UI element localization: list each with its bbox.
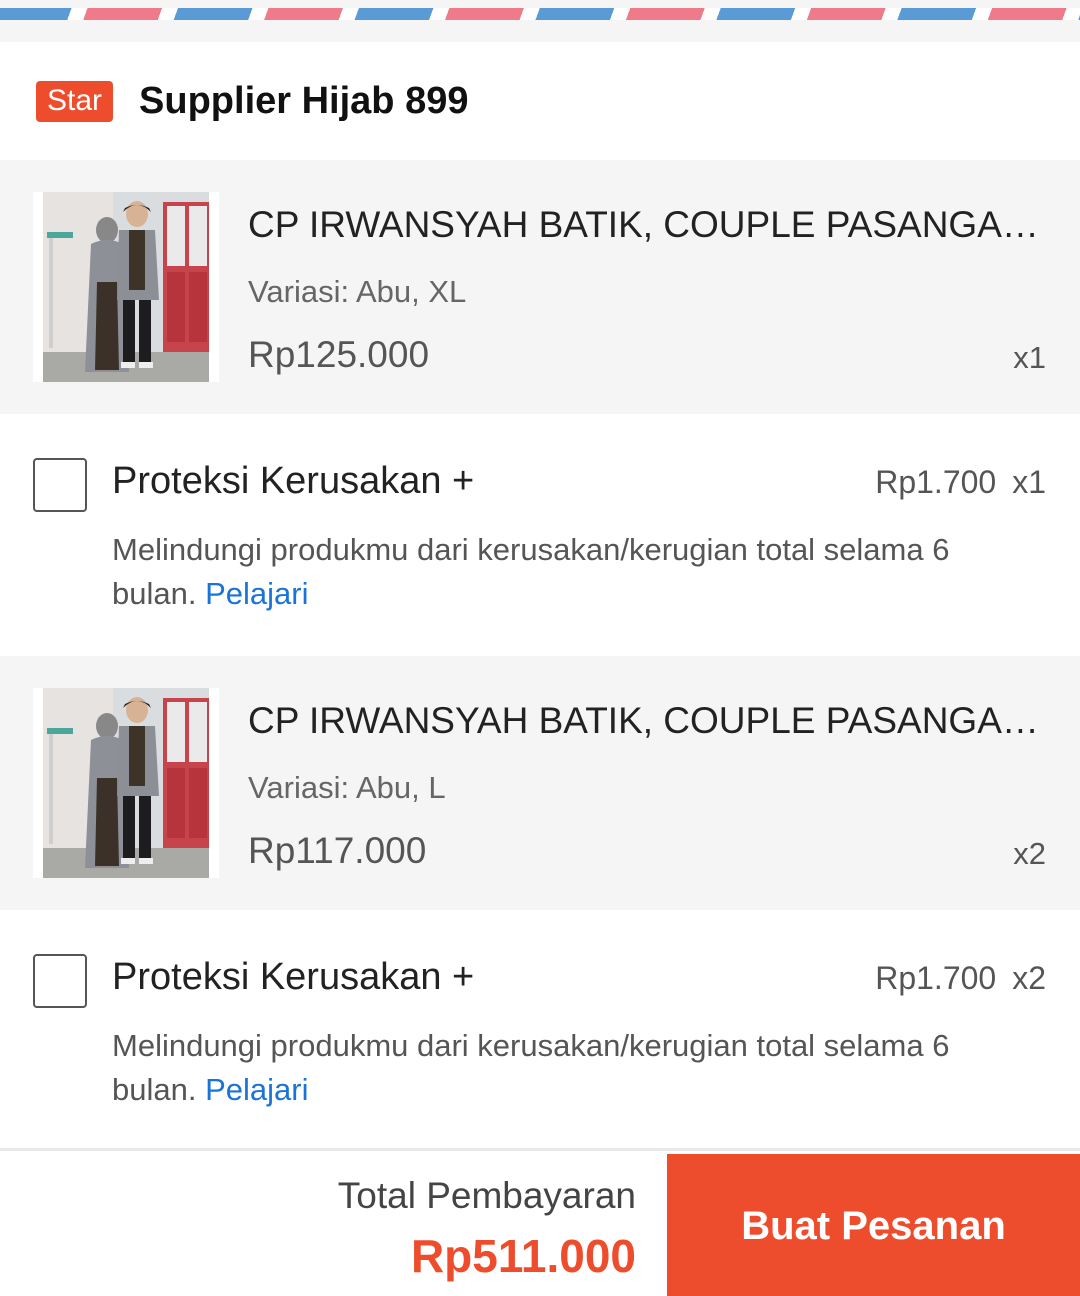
product-variation: Variasi: Abu, L: [248, 770, 446, 805]
total-payment-value: Rp511.000: [410, 1230, 636, 1282]
star-seller-badge: Star: [36, 80, 114, 122]
product-quantity: x2: [1013, 836, 1046, 871]
protection-price-qty: Rp1.700 x2: [875, 960, 1046, 997]
product-photo-couple: [33, 192, 219, 382]
product-quantity: x1: [1013, 340, 1046, 375]
protection-checkbox[interactable]: [33, 458, 87, 512]
shop-header: Star Supplier Hijab 899: [0, 42, 1080, 160]
product-title[interactable]: CP IRWANSYAH BATIK, COUPLE PASANGAN...: [248, 204, 1048, 246]
protection-price: Rp1.700: [875, 464, 997, 500]
place-order-button[interactable]: Buat Pesanan: [667, 1154, 1080, 1296]
total-payment-label: Total Pembayaran: [337, 1175, 636, 1216]
product-thumbnail[interactable]: [33, 688, 219, 878]
protection-description: Melindungi produkmu dari kerusakan/kerug…: [112, 528, 1042, 616]
protection-price: Rp1.700: [875, 960, 997, 996]
shop-name: Supplier Hijab 899: [139, 79, 469, 122]
learn-more-link[interactable]: Pelajari: [205, 1072, 308, 1107]
product-title[interactable]: CP IRWANSYAH BATIK, COUPLE PASANGAN...: [248, 700, 1048, 742]
product-thumbnail[interactable]: [33, 192, 219, 382]
protection-price-qty: Rp1.700 x1: [875, 464, 1046, 501]
protection-description: Melindungi produkmu dari kerusakan/kerug…: [112, 1024, 1042, 1112]
product-price: Rp117.000: [248, 830, 427, 871]
protection-checkbox[interactable]: [33, 954, 87, 1008]
learn-more-link[interactable]: Pelajari: [205, 576, 308, 611]
product-variation: Variasi: Abu, XL: [248, 274, 467, 309]
damage-protection-option: Proteksi Kerusakan + Rp1.700 x1 Melindung…: [0, 414, 1080, 656]
section-gap: [0, 22, 1080, 42]
protection-quantity: x1: [1012, 464, 1046, 500]
protection-quantity: x2: [1012, 960, 1046, 996]
product-item[interactable]: CP IRWANSYAH BATIK, COUPLE PASANGAN... V…: [0, 656, 1080, 910]
product-item[interactable]: CP IRWANSYAH BATIK, COUPLE PASANGAN... V…: [0, 160, 1080, 414]
damage-protection-option: Proteksi Kerusakan + Rp1.700 x2 Melindung…: [0, 910, 1080, 1148]
airmail-stripe-divider: [0, 8, 1080, 20]
product-price: Rp125.000: [248, 334, 430, 375]
checkout-bar: Total Pembayaran Rp511.000 Buat Pesanan: [0, 1148, 1080, 1296]
protection-title: Proteksi Kerusakan +: [112, 956, 475, 998]
protection-title: Proteksi Kerusakan +: [112, 460, 475, 502]
product-photo-couple: [33, 688, 219, 878]
